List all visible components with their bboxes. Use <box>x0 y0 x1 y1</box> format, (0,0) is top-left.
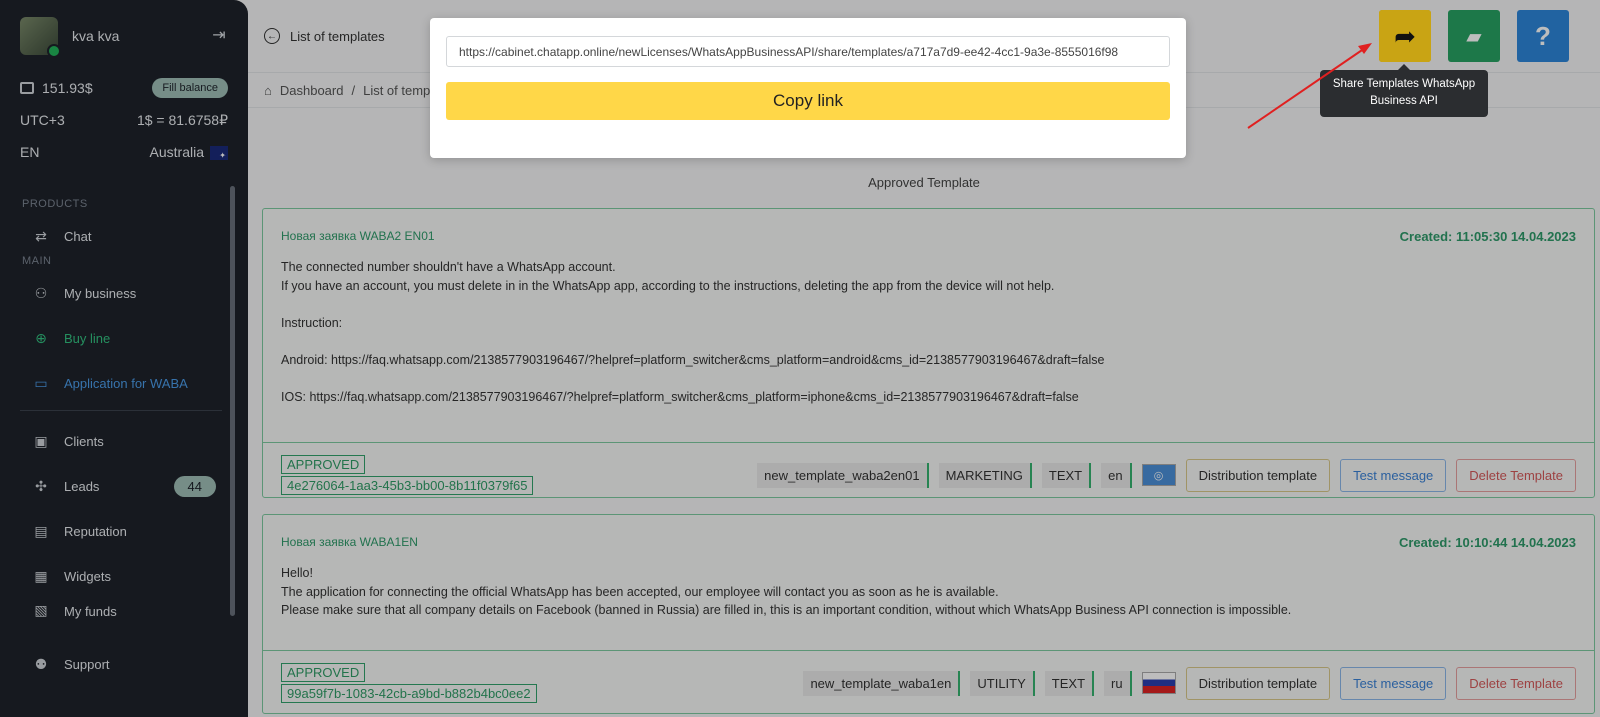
share-arrow-icon: ➦ <box>1394 20 1416 51</box>
share-templates-button-highlight[interactable]: ➦ <box>1379 10 1431 62</box>
copy-link-button[interactable]: Copy link <box>446 82 1170 120</box>
share-link-modal: https://cabinet.chatapp.online/newLicens… <box>430 18 1186 158</box>
annotation-arrow-icon <box>1247 43 1372 129</box>
share-link-field[interactable]: https://cabinet.chatapp.online/newLicens… <box>446 36 1170 67</box>
